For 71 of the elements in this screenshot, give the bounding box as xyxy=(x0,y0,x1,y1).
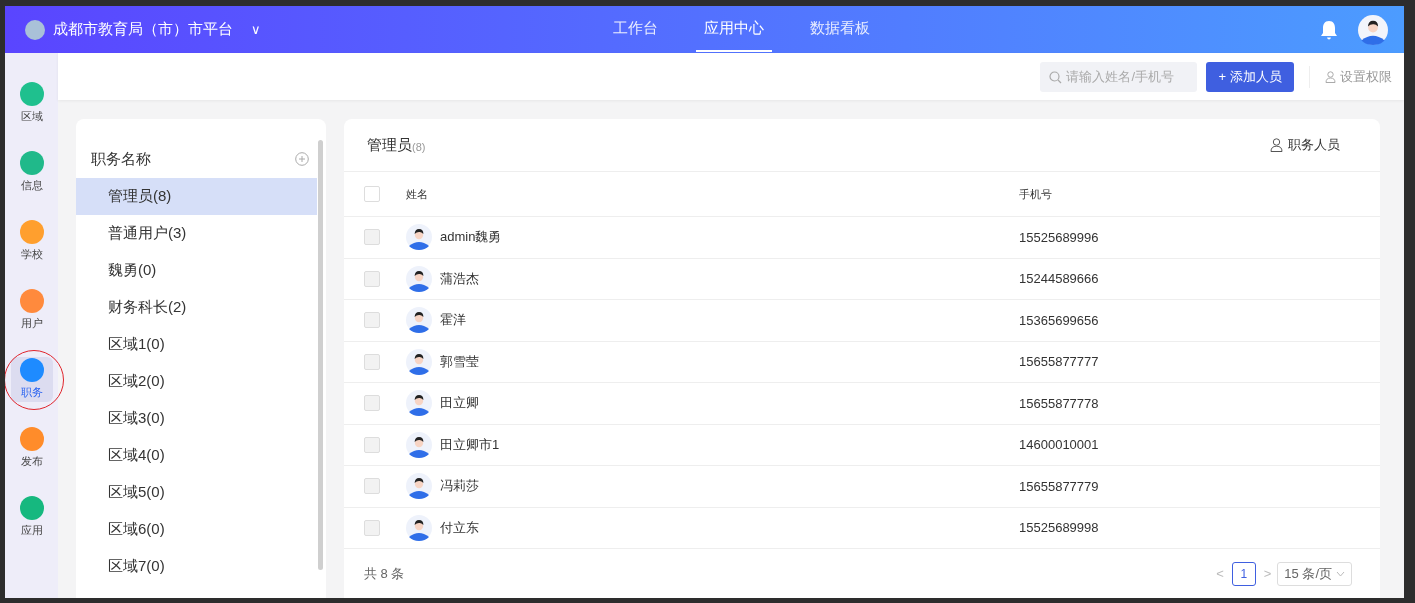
page-size-select[interactable]: 15 条/页 xyxy=(1277,561,1352,586)
phone-number: 15655877777 xyxy=(1019,354,1099,370)
column-header: 手机号 xyxy=(1019,186,1052,202)
person-avatar-icon xyxy=(406,224,432,251)
phone-number: 14600010001 xyxy=(1019,437,1099,453)
person-avatar-icon xyxy=(406,473,432,500)
sidebar-item[interactable]: 职务 xyxy=(10,357,53,402)
member-name: 付立东 xyxy=(440,518,479,537)
member-name: admin魏勇 xyxy=(440,228,502,247)
row-checkbox[interactable] xyxy=(364,436,380,453)
nav-tab[interactable]: 工作台 xyxy=(605,7,666,52)
member-name: 霍洋 xyxy=(440,311,466,330)
role-item[interactable]: 区域7(0) xyxy=(76,548,317,585)
row-checkbox[interactable] xyxy=(364,312,380,329)
panel-title: 管理员 xyxy=(367,135,412,155)
platform-dropdown[interactable]: ∨ xyxy=(251,22,261,37)
role-item[interactable]: 区域1(0) xyxy=(76,326,317,363)
page-button[interactable]: 1 xyxy=(1231,561,1256,586)
roles-heading: 职务名称 xyxy=(91,149,151,169)
person-avatar-icon xyxy=(406,514,432,541)
role-item[interactable]: 区域2(0) xyxy=(76,363,317,400)
select-all-checkbox[interactable] xyxy=(364,186,380,202)
role-item[interactable]: 魏勇(0) xyxy=(76,252,317,289)
phone-number: 15244589666 xyxy=(1019,271,1099,287)
role-members-button[interactable]: 职务人员 xyxy=(1270,136,1340,154)
person-avatar-icon xyxy=(406,348,432,375)
role-item[interactable]: 区域3(0) xyxy=(76,400,317,437)
member-name: 田立卿市1 xyxy=(440,435,500,454)
role-item[interactable]: 区域6(0) xyxy=(76,511,317,548)
role-item[interactable]: 财务科长(2) xyxy=(76,289,317,326)
phone-number: 15655877778 xyxy=(1019,395,1099,411)
role-item[interactable]: 区域5(0) xyxy=(76,474,317,511)
column-header: 姓名 xyxy=(406,186,428,202)
member-name: 蒲浩杰 xyxy=(440,269,479,288)
phone-number: 15655877779 xyxy=(1019,478,1099,494)
sidebar-item[interactable]: 应用 xyxy=(10,495,53,540)
row-checkbox[interactable] xyxy=(364,270,380,287)
role-item[interactable]: 管理员(8) xyxy=(76,178,317,215)
person-avatar-icon xyxy=(406,431,432,458)
caret-icon xyxy=(1336,570,1345,577)
row-checkbox[interactable] xyxy=(364,519,380,536)
sidebar-item[interactable]: 区域 xyxy=(10,81,53,126)
role-item[interactable]: 普通用户(3) xyxy=(76,215,317,252)
member-name: 冯莉莎 xyxy=(440,477,479,496)
platform-title: 成都市教育局（市）市平台 xyxy=(53,20,233,39)
person-avatar-icon xyxy=(406,390,432,417)
sidebar-item[interactable]: 信息 xyxy=(10,150,53,195)
person-icon xyxy=(1325,70,1336,83)
phone-number: 15365699656 xyxy=(1019,312,1099,328)
add-icon[interactable] xyxy=(295,152,309,166)
sidebar-item[interactable]: 学校 xyxy=(10,219,53,264)
sidebar-item[interactable]: 发布 xyxy=(10,426,53,471)
total-count: 共 8 条 xyxy=(364,564,405,583)
row-checkbox[interactable] xyxy=(364,478,380,495)
person-avatar-icon xyxy=(406,307,432,334)
row-checkbox[interactable] xyxy=(364,229,380,246)
user-avatar-icon[interactable] xyxy=(1358,14,1388,45)
phone-number: 15525689996 xyxy=(1019,229,1099,245)
row-checkbox[interactable] xyxy=(364,353,380,370)
add-member-button[interactable]: + 添加人员 xyxy=(1206,61,1294,92)
search-field[interactable]: 请输入姓名/手机号 xyxy=(1040,61,1198,92)
person-icon xyxy=(1270,138,1283,152)
role-item[interactable]: 区域4(0) xyxy=(76,437,317,474)
member-name: 郭雪莹 xyxy=(440,352,479,371)
member-name: 田立卿 xyxy=(440,394,479,413)
phone-number: 15525689998 xyxy=(1019,520,1099,536)
sidebar-item[interactable]: 用户 xyxy=(10,288,53,333)
person-avatar-icon xyxy=(406,265,432,292)
row-checkbox[interactable] xyxy=(364,395,380,412)
notification-bell-icon[interactable] xyxy=(1320,19,1338,40)
member-count: (8) xyxy=(412,140,426,153)
